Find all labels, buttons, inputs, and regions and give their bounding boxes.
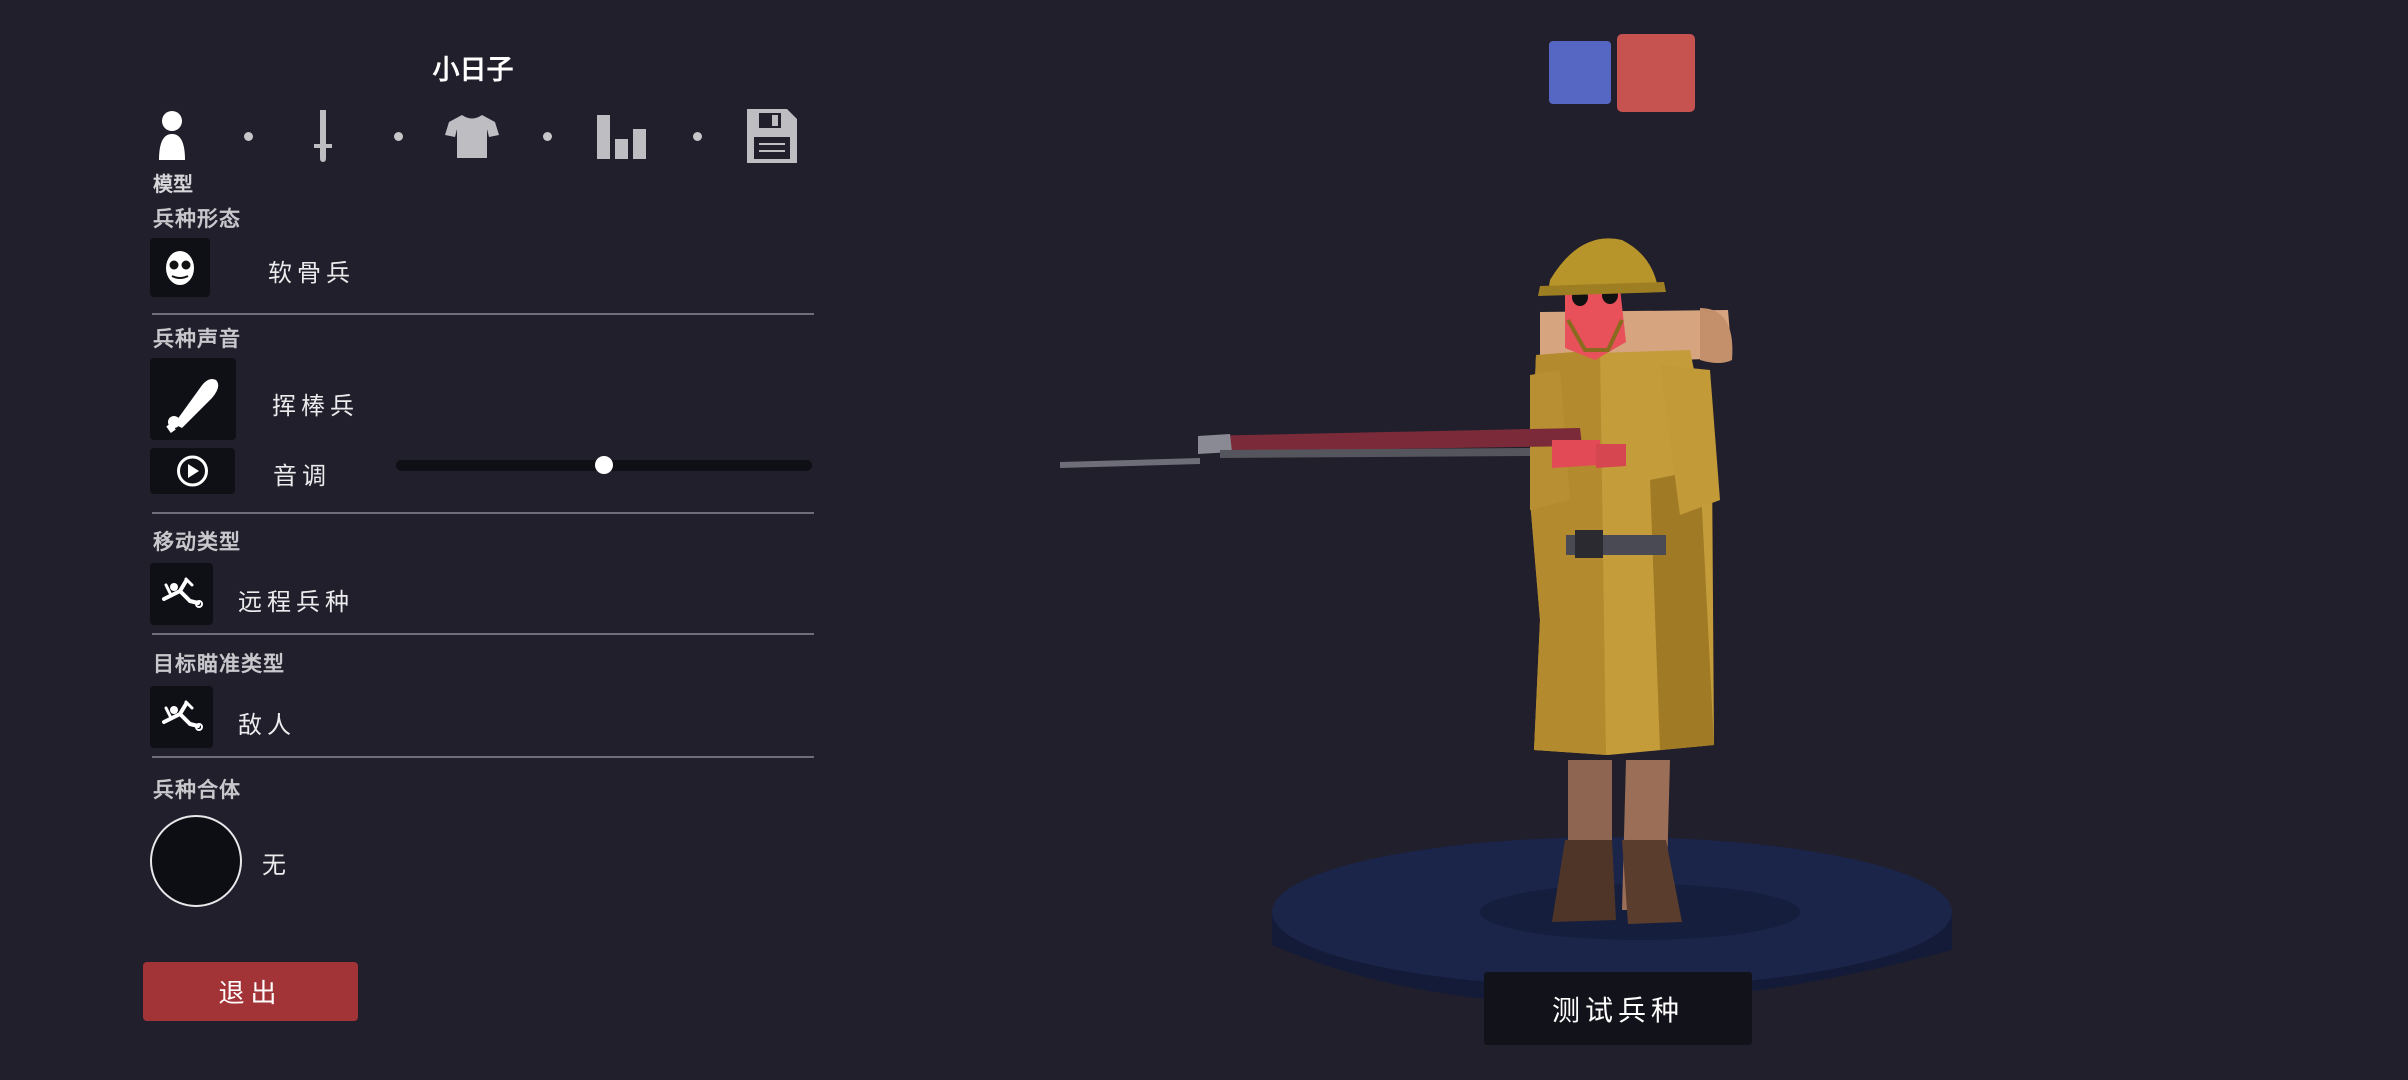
play-sound-button[interactable] bbox=[150, 448, 235, 494]
section-divider bbox=[152, 756, 814, 758]
test-unit-button[interactable]: 测试兵种 bbox=[1484, 972, 1752, 1045]
section-divider bbox=[152, 633, 814, 635]
merge-value: 无 bbox=[262, 851, 291, 879]
tab-model[interactable] bbox=[156, 110, 188, 162]
sword-icon bbox=[314, 110, 332, 162]
team-blue-button[interactable] bbox=[1549, 41, 1611, 104]
play-icon bbox=[177, 455, 208, 487]
voice-value[interactable]: 挥棒兵 bbox=[272, 386, 359, 421]
merge-unit-slot[interactable] bbox=[150, 815, 242, 907]
shirt-icon bbox=[445, 115, 499, 158]
section-title-targeting: 目标瞄准类型 bbox=[153, 652, 285, 676]
unit-preview[interactable] bbox=[1060, 200, 1960, 1080]
stickman-target-icon bbox=[162, 700, 203, 731]
section-divider bbox=[152, 512, 814, 514]
tab-clothing[interactable] bbox=[445, 113, 499, 159]
pitch-slider-handle[interactable] bbox=[595, 456, 613, 474]
section-title-form: 兵种形态 bbox=[153, 207, 241, 231]
section-divider bbox=[152, 313, 814, 315]
movement-value[interactable]: 远程兵种 bbox=[238, 582, 354, 617]
mask-face-icon bbox=[166, 251, 194, 285]
tab-stats[interactable] bbox=[597, 113, 647, 159]
tab-separator-dot bbox=[394, 132, 403, 141]
save-disk-icon bbox=[747, 109, 797, 163]
exit-button[interactable]: 退出 bbox=[143, 962, 358, 1021]
form-selector[interactable] bbox=[150, 238, 210, 297]
tab-separator-dot bbox=[244, 132, 253, 141]
active-tab-label: 模型 bbox=[153, 172, 193, 196]
tab-separator-dot bbox=[693, 132, 702, 141]
section-title-merge: 兵种合体 bbox=[153, 778, 241, 802]
voice-selector[interactable] bbox=[150, 358, 236, 440]
soldier-model bbox=[1060, 238, 1733, 924]
person-icon bbox=[159, 111, 185, 160]
pitch-label: 音调 bbox=[273, 462, 331, 490]
section-title-voice: 兵种声音 bbox=[153, 327, 241, 351]
targeting-selector[interactable] bbox=[150, 686, 213, 748]
tab-save[interactable] bbox=[747, 109, 797, 163]
targeting-value[interactable]: 敌人 bbox=[238, 705, 296, 740]
stickman-running-icon bbox=[162, 577, 203, 608]
bar-chart-icon bbox=[597, 115, 646, 159]
unit-name-title[interactable]: 小日子 bbox=[400, 48, 546, 87]
team-red-button[interactable] bbox=[1617, 34, 1695, 112]
tab-separator-dot bbox=[543, 132, 552, 141]
form-value[interactable]: 软骨兵 bbox=[268, 253, 355, 288]
club-icon bbox=[166, 379, 219, 433]
section-title-movement: 移动类型 bbox=[153, 530, 241, 554]
tab-weapon[interactable] bbox=[311, 108, 335, 162]
movement-selector[interactable] bbox=[150, 563, 213, 625]
